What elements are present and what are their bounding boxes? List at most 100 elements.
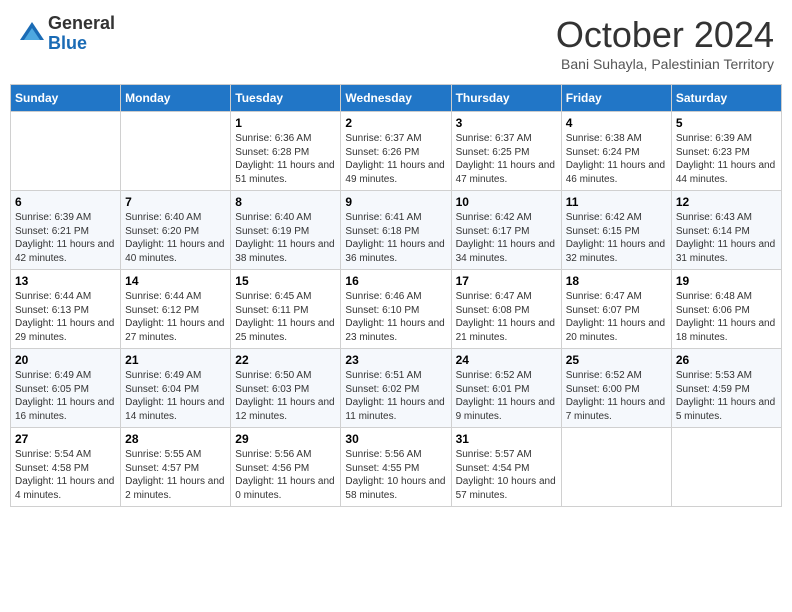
calendar-week-3: 13 Sunrise: 6:44 AM Sunset: 6:13 PM Dayli… <box>11 270 782 349</box>
day-number: 13 <box>15 274 116 288</box>
day-info: Sunrise: 6:51 AM Sunset: 6:02 PM Dayligh… <box>345 369 446 423</box>
day-info: Sunrise: 5:56 AM Sunset: 4:56 PM Dayligh… <box>235 448 336 502</box>
calendar-cell: 17Sunrise: 6:47 AM Sunset: 6:08 PM Dayli… <box>451 270 561 349</box>
day-info: Sunrise: 5:55 AM Sunset: 4:57 PM Dayligh… <box>125 448 226 502</box>
day-info: Sunrise: 5:57 AM Sunset: 4:54 PM Dayligh… <box>456 448 557 502</box>
calendar-cell <box>561 428 671 507</box>
day-info: Sunrise: 6:46 AM Sunset: 6:10 PM Dayligh… <box>345 290 446 344</box>
calendar-cell: 29 Sunrise: 5:56 AM Sunset: 4:56 PM Dayli… <box>231 428 341 507</box>
day-number: 12 <box>676 195 777 209</box>
calendar-cell: 24 Sunrise: 6:52 AM Sunset: 6:01 PM Dayli… <box>451 349 561 428</box>
day-info: Sunrise: 6:49 AM Sunset: 6:04 PM Dayligh… <box>125 369 226 423</box>
calendar-cell: 14 Sunrise: 6:44 AM Sunset: 6:12 PM Dayli… <box>121 270 231 349</box>
day-number: 28 <box>125 432 226 446</box>
calendar-cell: 13 Sunrise: 6:44 AM Sunset: 6:13 PM Dayli… <box>11 270 121 349</box>
calendar-cell: 9 Sunrise: 6:41 AM Sunset: 6:18 PM Daylig… <box>341 191 451 270</box>
location-subtitle: Bani Suhayla, Palestinian Territory <box>556 56 774 72</box>
day-info: Sunrise: 6:47 AM Sunset: 6:07 PM Dayligh… <box>566 290 667 344</box>
calendar-cell: 4 Sunrise: 6:38 AM Sunset: 6:24 PM Daylig… <box>561 112 671 191</box>
day-info: Sunrise: 6:41 AM Sunset: 6:18 PM Dayligh… <box>345 211 446 265</box>
day-number: 4 <box>566 116 667 130</box>
day-info: Sunrise: 6:40 AM Sunset: 6:20 PM Dayligh… <box>125 211 226 265</box>
day-number: 9 <box>345 195 446 209</box>
logo-icon <box>18 20 46 48</box>
day-info: Sunrise: 6:44 AM Sunset: 6:12 PM Dayligh… <box>125 290 226 344</box>
calendar-cell: 6 Sunrise: 6:39 AM Sunset: 6:21 PM Daylig… <box>11 191 121 270</box>
weekday-header-thursday: Thursday <box>451 85 561 112</box>
weekday-header-sunday: Sunday <box>11 85 121 112</box>
day-number: 21 <box>125 353 226 367</box>
day-info: Sunrise: 6:49 AM Sunset: 6:05 PM Dayligh… <box>15 369 116 423</box>
day-number: 25 <box>566 353 667 367</box>
day-info: Sunrise: 6:52 AM Sunset: 6:00 PM Dayligh… <box>566 369 667 423</box>
day-info: Sunrise: 6:48 AM Sunset: 6:06 PM Dayligh… <box>676 290 777 344</box>
day-number: 27 <box>15 432 116 446</box>
title-section: October 2024 Bani Suhayla, Palestinian T… <box>556 14 774 72</box>
calendar-cell: 16 Sunrise: 6:46 AM Sunset: 6:10 PM Dayli… <box>341 270 451 349</box>
calendar-cell: 26Sunrise: 5:53 AM Sunset: 4:59 PM Dayli… <box>671 349 781 428</box>
day-info: Sunrise: 5:56 AM Sunset: 4:55 PM Dayligh… <box>345 448 446 502</box>
day-number: 15 <box>235 274 336 288</box>
day-number: 22 <box>235 353 336 367</box>
day-info: Sunrise: 6:37 AM Sunset: 6:25 PM Dayligh… <box>456 132 557 186</box>
calendar-cell: 21 Sunrise: 6:49 AM Sunset: 6:04 PM Dayli… <box>121 349 231 428</box>
logo-blue-text: Blue <box>48 34 115 54</box>
calendar-cell: 30 Sunrise: 5:56 AM Sunset: 4:55 PM Dayli… <box>341 428 451 507</box>
day-number: 1 <box>235 116 336 130</box>
calendar-cell: 18 Sunrise: 6:47 AM Sunset: 6:07 PM Dayli… <box>561 270 671 349</box>
day-info: Sunrise: 6:39 AM Sunset: 6:21 PM Dayligh… <box>15 211 116 265</box>
day-info: Sunrise: 6:42 AM Sunset: 6:15 PM Dayligh… <box>566 211 667 265</box>
month-title: October 2024 <box>556 14 774 56</box>
calendar-cell: 31 Sunrise: 5:57 AM Sunset: 4:54 PM Dayli… <box>451 428 561 507</box>
day-number: 23 <box>345 353 446 367</box>
calendar-week-5: 27 Sunrise: 5:54 AM Sunset: 4:58 PM Dayli… <box>11 428 782 507</box>
calendar-cell: 25 Sunrise: 6:52 AM Sunset: 6:00 PM Dayli… <box>561 349 671 428</box>
day-info: Sunrise: 6:44 AM Sunset: 6:13 PM Dayligh… <box>15 290 116 344</box>
calendar-cell <box>121 112 231 191</box>
day-info: Sunrise: 6:38 AM Sunset: 6:24 PM Dayligh… <box>566 132 667 186</box>
weekday-header-row: SundayMondayTuesdayWednesdayThursdayFrid… <box>11 85 782 112</box>
calendar-cell: 28 Sunrise: 5:55 AM Sunset: 4:57 PM Dayli… <box>121 428 231 507</box>
day-number: 3 <box>456 116 557 130</box>
day-info: Sunrise: 5:54 AM Sunset: 4:58 PM Dayligh… <box>15 448 116 502</box>
day-info: Sunrise: 6:40 AM Sunset: 6:19 PM Dayligh… <box>235 211 336 265</box>
day-number: 6 <box>15 195 116 209</box>
day-number: 30 <box>345 432 446 446</box>
day-number: 19 <box>676 274 777 288</box>
calendar-week-4: 20 Sunrise: 6:49 AM Sunset: 6:05 PM Dayli… <box>11 349 782 428</box>
calendar-cell: 2Sunrise: 6:37 AM Sunset: 6:26 PM Daylig… <box>341 112 451 191</box>
page-header: General Blue October 2024 Bani Suhayla, … <box>10 10 782 76</box>
day-number: 10 <box>456 195 557 209</box>
calendar-cell: 19 Sunrise: 6:48 AM Sunset: 6:06 PM Dayli… <box>671 270 781 349</box>
calendar-cell <box>11 112 121 191</box>
calendar-cell: 11 Sunrise: 6:42 AM Sunset: 6:15 PM Dayli… <box>561 191 671 270</box>
calendar-cell: 5Sunrise: 6:39 AM Sunset: 6:23 PM Daylig… <box>671 112 781 191</box>
calendar-cell: 20 Sunrise: 6:49 AM Sunset: 6:05 PM Dayli… <box>11 349 121 428</box>
weekday-header-monday: Monday <box>121 85 231 112</box>
weekday-header-saturday: Saturday <box>671 85 781 112</box>
day-number: 5 <box>676 116 777 130</box>
day-number: 16 <box>345 274 446 288</box>
calendar-cell: 10 Sunrise: 6:42 AM Sunset: 6:17 PM Dayli… <box>451 191 561 270</box>
weekday-header-friday: Friday <box>561 85 671 112</box>
day-number: 11 <box>566 195 667 209</box>
day-info: Sunrise: 6:42 AM Sunset: 6:17 PM Dayligh… <box>456 211 557 265</box>
calendar-cell: 3 Sunrise: 6:37 AM Sunset: 6:25 PM Daylig… <box>451 112 561 191</box>
day-number: 31 <box>456 432 557 446</box>
day-info: Sunrise: 6:36 AM Sunset: 6:28 PM Dayligh… <box>235 132 336 186</box>
day-info: Sunrise: 6:50 AM Sunset: 6:03 PM Dayligh… <box>235 369 336 423</box>
day-number: 26 <box>676 353 777 367</box>
day-number: 18 <box>566 274 667 288</box>
day-number: 24 <box>456 353 557 367</box>
day-info: Sunrise: 6:47 AM Sunset: 6:08 PM Dayligh… <box>456 290 557 344</box>
calendar-cell: 1 Sunrise: 6:36 AM Sunset: 6:28 PM Daylig… <box>231 112 341 191</box>
day-number: 29 <box>235 432 336 446</box>
calendar-cell <box>671 428 781 507</box>
day-number: 14 <box>125 274 226 288</box>
day-info: Sunrise: 6:52 AM Sunset: 6:01 PM Dayligh… <box>456 369 557 423</box>
calendar-cell: 12 Sunrise: 6:43 AM Sunset: 6:14 PM Dayli… <box>671 191 781 270</box>
day-info: Sunrise: 6:43 AM Sunset: 6:14 PM Dayligh… <box>676 211 777 265</box>
day-number: 8 <box>235 195 336 209</box>
calendar-cell: 8 Sunrise: 6:40 AM Sunset: 6:19 PM Daylig… <box>231 191 341 270</box>
day-number: 20 <box>15 353 116 367</box>
